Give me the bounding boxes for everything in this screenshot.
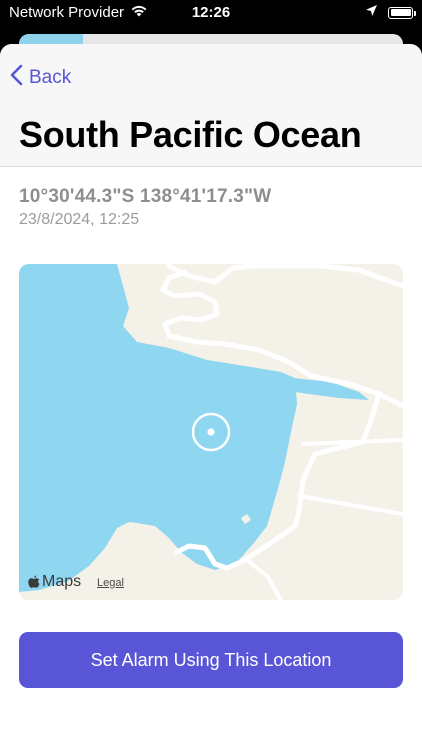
chevron-left-icon bbox=[10, 64, 23, 92]
set-alarm-button[interactable]: Set Alarm Using This Location bbox=[19, 632, 403, 688]
timestamp-text: 23/8/2024, 12:25 bbox=[19, 211, 140, 228]
map-view[interactable]: Maps Legal bbox=[19, 264, 403, 600]
back-button[interactable]: Back bbox=[10, 64, 71, 92]
map-canvas bbox=[19, 264, 403, 600]
page-title: South Pacific Ocean bbox=[19, 114, 362, 155]
coordinates-text: 10°30'44.3"S 138°41'17.3"W bbox=[19, 186, 272, 207]
status-right-group bbox=[365, 4, 416, 21]
location-sheet: Back South Pacific Ocean 10°30'44.3"S 13… bbox=[0, 44, 422, 750]
location-arrow-icon bbox=[365, 4, 378, 21]
maps-label: Maps bbox=[42, 573, 82, 590]
back-label: Back bbox=[29, 67, 72, 88]
battery-full-icon bbox=[388, 6, 416, 19]
apple-logo-icon bbox=[28, 575, 40, 589]
navigation-bar: Back South Pacific Ocean bbox=[0, 44, 422, 167]
status-time: 12:26 bbox=[191, 4, 231, 21]
legal-link[interactable]: Legal bbox=[97, 577, 124, 589]
maps-attribution: Maps bbox=[28, 573, 81, 591]
status-bar: Network Provider 12:26 bbox=[0, 0, 422, 26]
